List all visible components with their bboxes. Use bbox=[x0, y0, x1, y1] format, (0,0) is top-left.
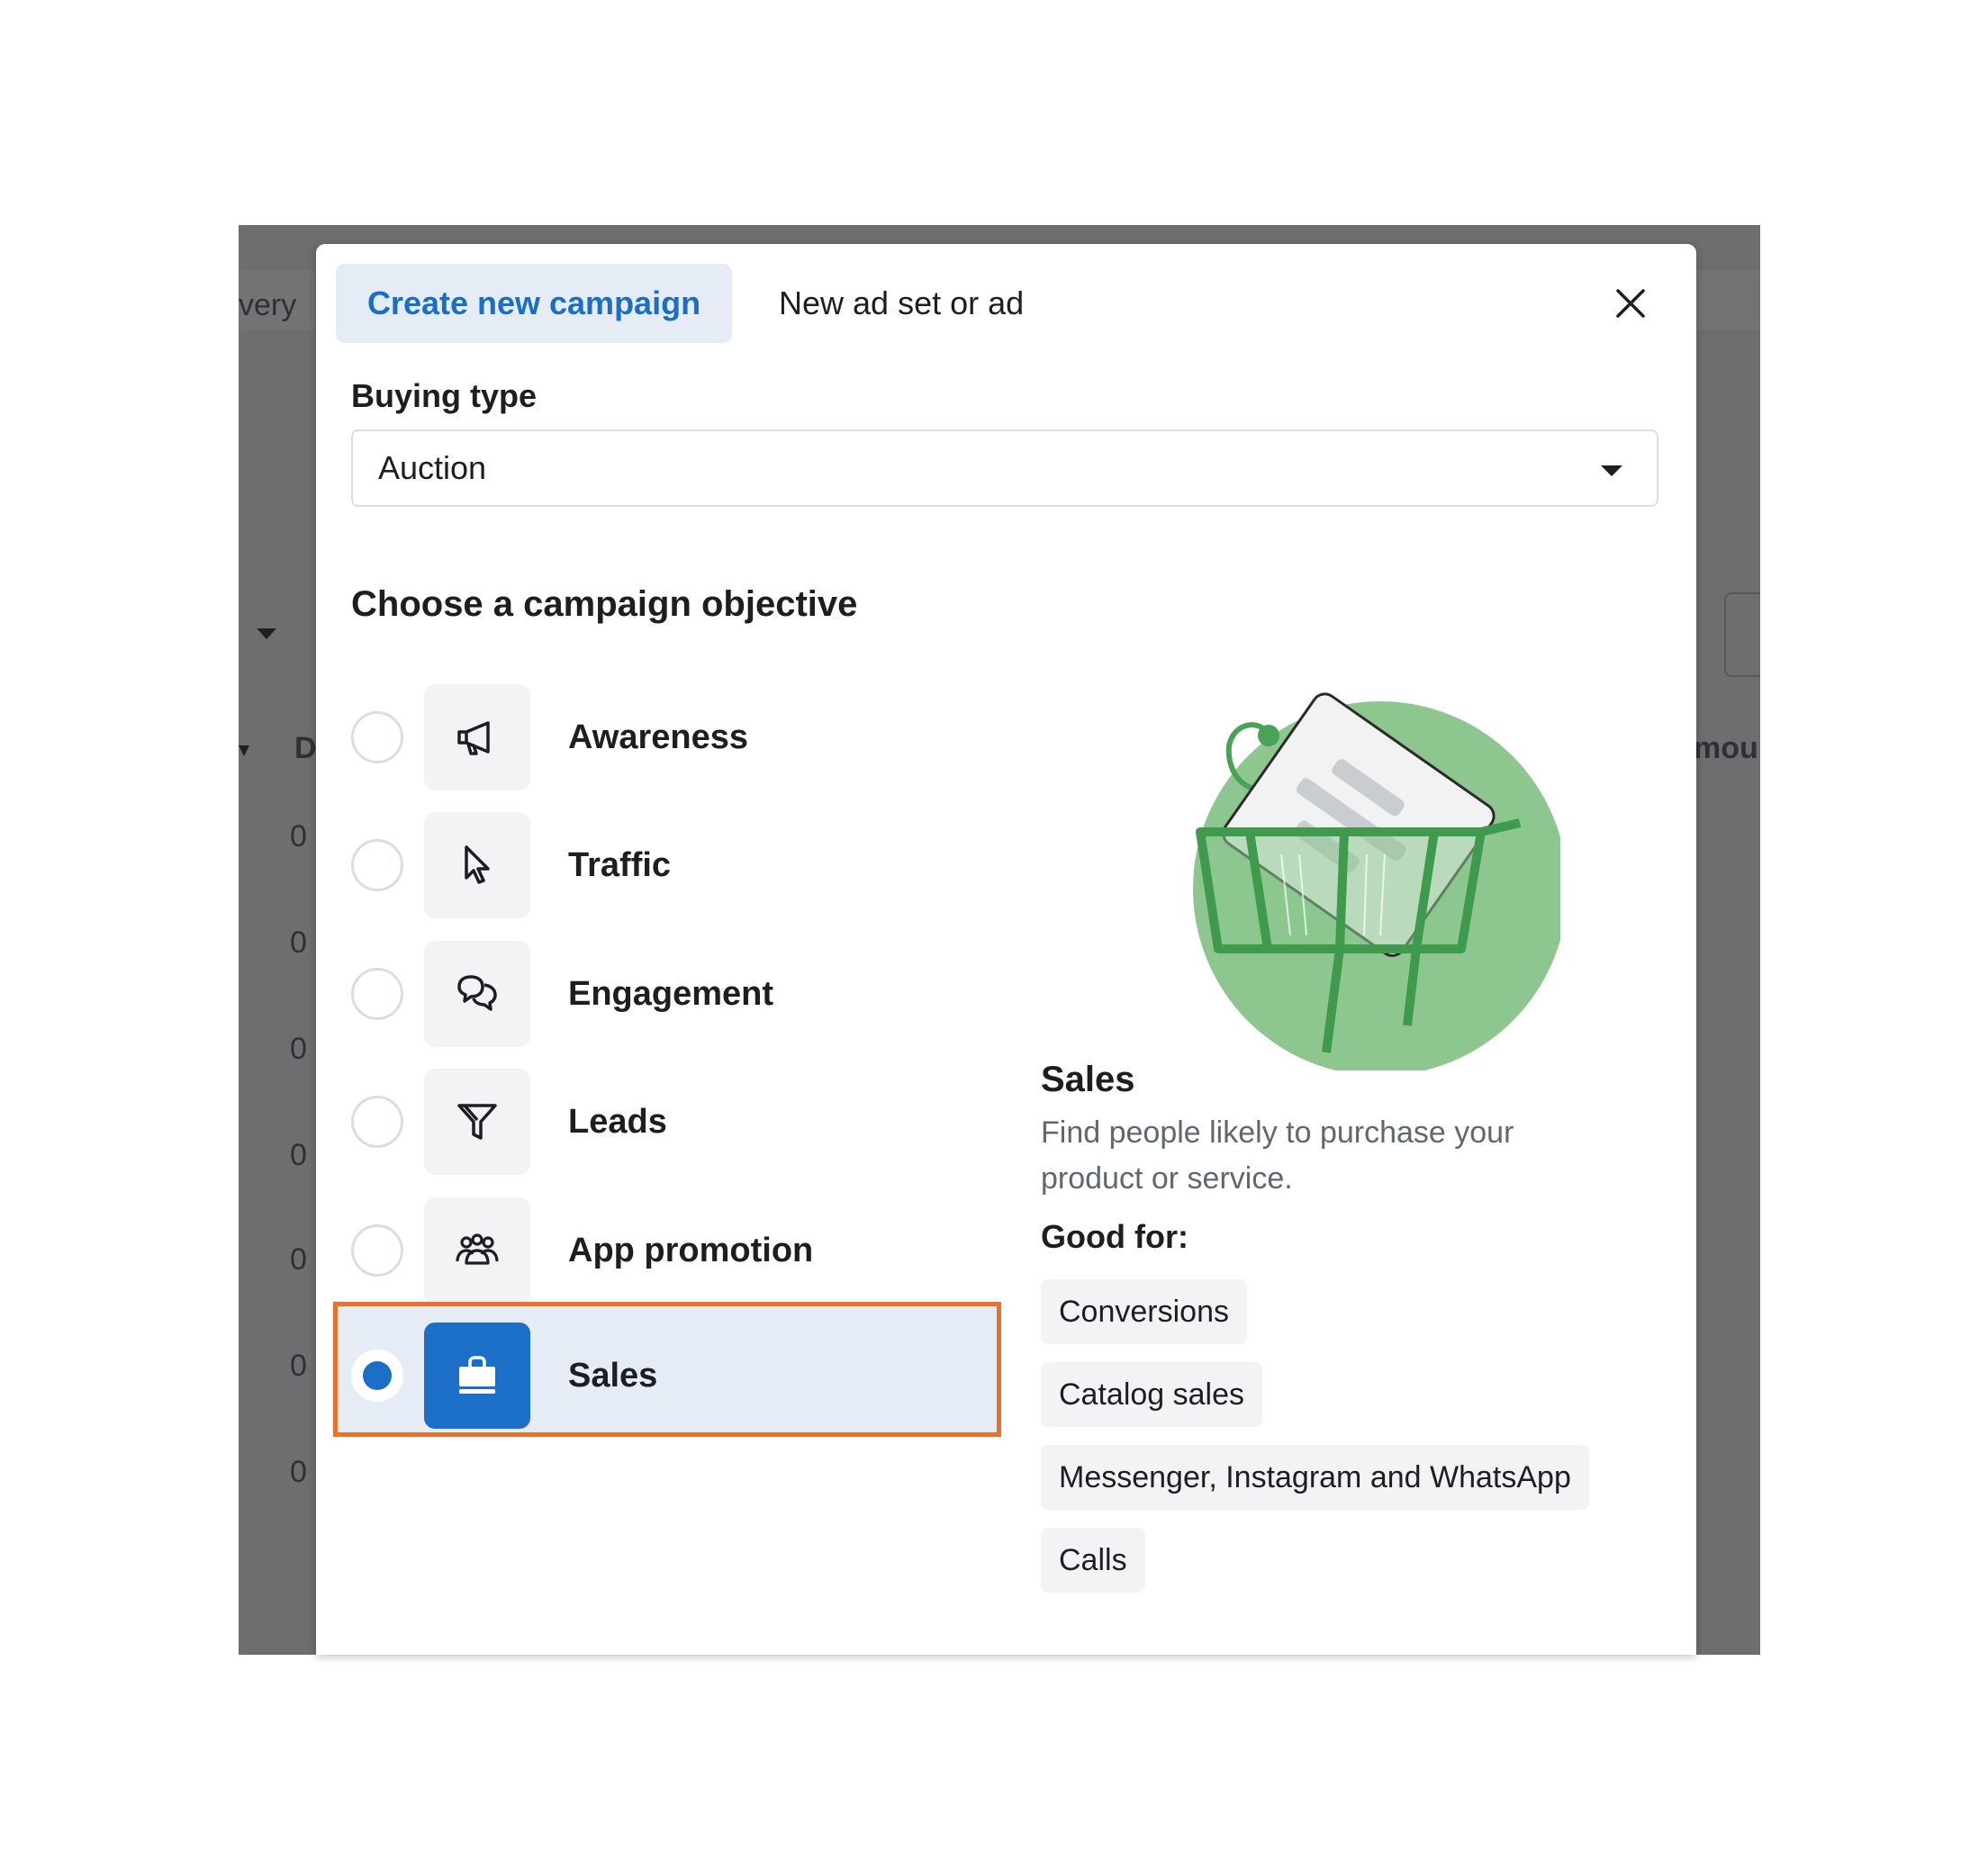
good-for-chip: Calls bbox=[1041, 1528, 1145, 1593]
objective-radio[interactable] bbox=[351, 968, 403, 1020]
objective-label: Awareness bbox=[568, 718, 748, 756]
good-for-list: Conversions Catalog sales Messenger, Ins… bbox=[1041, 1279, 1671, 1611]
objective-radio[interactable] bbox=[351, 1224, 403, 1277]
objective-heading: Choose a campaign objective bbox=[351, 584, 858, 624]
tab-create-new-campaign[interactable]: Create new campaign bbox=[336, 264, 732, 343]
background-caret-icon bbox=[257, 628, 276, 639]
objective-option-sales[interactable]: Sales bbox=[332, 1306, 999, 1432]
objective-option-engagement[interactable]: Engagement bbox=[332, 925, 999, 1051]
background-cell-value: 0 bbox=[290, 819, 307, 853]
objective-radio[interactable] bbox=[351, 1096, 403, 1148]
good-for-label: Good for: bbox=[1041, 1218, 1188, 1255]
good-for-chip: Conversions bbox=[1041, 1279, 1247, 1344]
sales-illustration bbox=[1164, 674, 1568, 1076]
objective-option-traffic[interactable]: Traffic bbox=[332, 796, 999, 922]
background-cell-value: 0 bbox=[290, 1138, 307, 1172]
buying-type-label: Buying type bbox=[351, 377, 538, 414]
objective-option-leads[interactable]: Leads bbox=[332, 1052, 999, 1178]
objective-label: Sales bbox=[568, 1357, 658, 1395]
chevron-down-icon bbox=[1601, 465, 1622, 476]
close-icon[interactable] bbox=[1613, 285, 1649, 321]
radio-selected-dot bbox=[363, 1361, 392, 1390]
background-text-fragment: very bbox=[239, 288, 297, 322]
background-cell-value: 0 bbox=[290, 925, 307, 960]
objective-radio[interactable] bbox=[351, 711, 403, 763]
megaphone-icon bbox=[424, 684, 530, 790]
objective-detail-title: Sales bbox=[1041, 1060, 1135, 1099]
background-button bbox=[1724, 592, 1760, 677]
objective-label: Leads bbox=[568, 1103, 667, 1141]
chat-bubbles-icon bbox=[424, 941, 530, 1047]
good-for-chip: Catalog sales bbox=[1041, 1362, 1263, 1427]
objective-radio[interactable] bbox=[351, 1350, 403, 1402]
objective-radio[interactable] bbox=[351, 839, 403, 891]
background-column-header: D bbox=[294, 731, 317, 765]
tab-new-ad-set-or-ad[interactable]: New ad set or ad bbox=[761, 264, 1042, 343]
background-cell-value: 0 bbox=[290, 1349, 307, 1383]
create-campaign-dialog: Create new campaign New ad set or ad Buy… bbox=[316, 244, 1696, 1655]
funnel-icon bbox=[424, 1069, 530, 1175]
good-for-chip: Messenger, Instagram and WhatsApp bbox=[1041, 1445, 1589, 1510]
shopping-bag-icon bbox=[424, 1323, 530, 1429]
buying-type-select[interactable]: Auction bbox=[351, 429, 1658, 507]
objective-label: Engagement bbox=[568, 975, 774, 1013]
background-caret-icon bbox=[239, 745, 249, 756]
buying-type-value: Auction bbox=[378, 449, 487, 486]
objective-label: App promotion bbox=[568, 1232, 814, 1269]
background-cell-value: 0 bbox=[290, 1032, 307, 1066]
objective-label: Traffic bbox=[568, 846, 672, 884]
objective-option-app-promotion[interactable]: App promotion bbox=[332, 1181, 999, 1307]
background-cell-value: 0 bbox=[290, 1242, 307, 1277]
background-column-header: mou bbox=[1694, 731, 1758, 765]
objective-option-awareness[interactable]: Awareness bbox=[332, 668, 999, 794]
objective-detail-description: Find people likely to purchase your prod… bbox=[1041, 1115, 1514, 1196]
background-cell-value: 0 bbox=[290, 1455, 307, 1489]
people-group-icon bbox=[424, 1197, 530, 1304]
cursor-icon bbox=[424, 812, 530, 918]
